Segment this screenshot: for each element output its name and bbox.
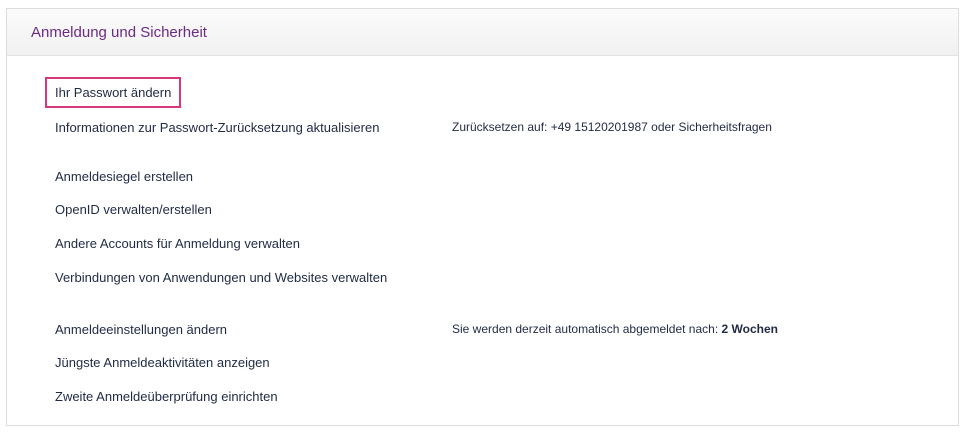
reset-info-text: Zurücksetzen auf: +49 15120201987 oder S…	[452, 120, 772, 134]
manage-other-accounts-link[interactable]: Andere Accounts für Anmeldung verwalten	[55, 235, 420, 252]
panel-header: Anmeldung und Sicherheit	[7, 9, 958, 56]
recent-sign-in-activity-link[interactable]: Jüngste Anmeldeaktivitäten anzeigen	[55, 354, 420, 371]
update-password-reset-info-link[interactable]: Informationen zur Passwort-Zurücksetzung…	[55, 119, 420, 136]
security-panel: Anmeldung und Sicherheit Ihr Passwort än…	[6, 8, 959, 426]
manage-app-connections-link[interactable]: Verbindungen von Anwendungen und Website…	[55, 269, 420, 286]
auto-logout-info: Sie werden derzeit automatisch abgemelde…	[452, 321, 778, 338]
auto-logout-value: 2 Wochen	[721, 322, 778, 336]
change-password-link[interactable]: Ihr Passwort ändern	[44, 77, 182, 108]
manage-openid-link[interactable]: OpenID verwalten/erstellen	[55, 201, 420, 218]
setup-second-sign-in-verification-link[interactable]: Zweite Anmeldeüberprüfung einrichten	[55, 388, 420, 405]
section-title: Anmeldung und Sicherheit	[31, 23, 207, 41]
auto-logout-label: Sie werden derzeit automatisch abgemelde…	[452, 322, 719, 336]
change-sign-in-settings-link[interactable]: Anmeldeeinstellungen ändern	[55, 321, 420, 338]
create-sign-in-seal-link[interactable]: Anmeldesiegel erstellen	[55, 168, 420, 185]
